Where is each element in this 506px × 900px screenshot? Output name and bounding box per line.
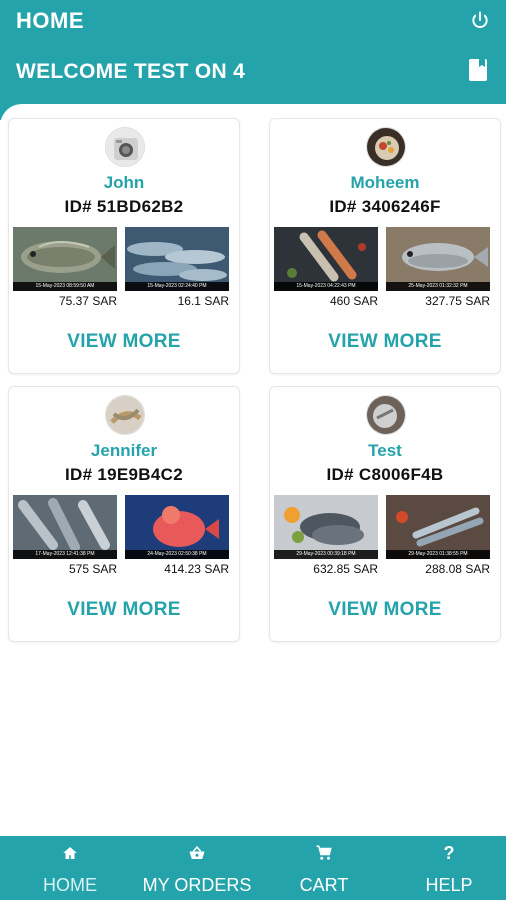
product-image[interactable]: 15-May-2023 04:22:43 PM bbox=[274, 227, 378, 291]
image-timestamp: 17-May-2023 12:41:38 PM bbox=[13, 550, 117, 559]
nav-help[interactable]: ? HELP bbox=[406, 836, 492, 900]
product-price: 288.08 SAR bbox=[425, 562, 490, 576]
nav-cart-label: CART bbox=[299, 875, 349, 895]
seller-card[interactable]: Jennifer ID# 19E9B4C2 17-May-2023 12:41:… bbox=[8, 386, 240, 642]
avatar bbox=[366, 127, 406, 167]
nav-help-label: HELP bbox=[425, 875, 473, 895]
nav-home[interactable]: HOME bbox=[30, 836, 110, 900]
seller-grid: John ID# 51BD62B2 15-May-2023 08:59:50 A… bbox=[0, 104, 506, 836]
product-price: 327.75 SAR bbox=[425, 294, 490, 308]
image-timestamp: 15-May-2023 02:24:40 PM bbox=[125, 282, 229, 291]
document-icon bbox=[469, 59, 487, 81]
seller-id: ID# C8006F4B bbox=[326, 465, 444, 484]
home-icon bbox=[63, 847, 77, 859]
view-more-button[interactable]: VIEW MORE bbox=[9, 599, 239, 621]
product-price: 75.37 SAR bbox=[58, 294, 117, 308]
power-icon bbox=[472, 11, 488, 28]
product-price: 575 SAR bbox=[68, 562, 117, 576]
document-button[interactable] bbox=[468, 58, 492, 84]
product-image[interactable]: 17-May-2023 12:41:38 PM bbox=[13, 495, 117, 559]
seller-id: ID# 51BD62B2 bbox=[64, 197, 184, 216]
image-timestamp: 25-May-2023 01:32:32 PM bbox=[386, 282, 490, 291]
product-image[interactable]: 25-May-2023 01:32:32 PM bbox=[386, 227, 490, 291]
basket-icon bbox=[189, 845, 205, 859]
product-image[interactable]: 29-May-2023 01:38:55 PM bbox=[386, 495, 490, 559]
seller-name: Jennifer bbox=[90, 441, 158, 460]
seller-card[interactable]: John ID# 51BD62B2 15-May-2023 08:59:50 A… bbox=[8, 118, 240, 374]
help-icon: ? bbox=[443, 843, 455, 863]
image-timestamp: 29-May-2023 00:39:18 PM bbox=[274, 550, 378, 559]
image-timestamp: 15-May-2023 04:22:43 PM bbox=[274, 282, 378, 291]
image-timestamp: 15-May-2023 08:59:50 AM bbox=[13, 282, 117, 291]
welcome-text: WELCOME TEST ON 4 bbox=[16, 60, 246, 83]
product-image[interactable]: 15-May-2023 02:24:40 PM bbox=[125, 227, 229, 291]
power-button[interactable] bbox=[466, 6, 494, 34]
seller-name: John bbox=[103, 173, 145, 192]
app-header: HOME WELCOME TEST ON 4 bbox=[0, 0, 506, 120]
seller-id: ID# 19E9B4C2 bbox=[65, 465, 183, 484]
avatar bbox=[105, 127, 145, 167]
image-timestamp: 29-May-2023 01:38:55 PM bbox=[386, 550, 490, 559]
nav-my-orders[interactable]: MY ORDERS bbox=[132, 836, 262, 900]
image-timestamp: 24-May-2023 02:50:38 PM bbox=[125, 550, 229, 559]
cart-icon bbox=[316, 845, 332, 860]
page-title: HOME bbox=[16, 8, 84, 33]
nav-cart[interactable]: CART bbox=[284, 836, 364, 900]
nav-my-orders-label: MY ORDERS bbox=[142, 875, 252, 895]
product-image[interactable]: 29-May-2023 00:39:18 PM bbox=[274, 495, 378, 559]
seller-card[interactable]: Moheem ID# 3406246F 15-May-2023 04:22:43… bbox=[269, 118, 501, 374]
view-more-button[interactable]: VIEW MORE bbox=[9, 331, 239, 353]
seller-name: Test bbox=[368, 441, 402, 460]
product-price: 16.1 SAR bbox=[177, 294, 229, 308]
nav-home-label: HOME bbox=[43, 875, 97, 895]
product-price: 632.85 SAR bbox=[313, 562, 378, 576]
avatar bbox=[105, 395, 145, 435]
seller-card[interactable]: Test ID# C8006F4B 29-May-2023 00:39:18 P… bbox=[269, 386, 501, 642]
bottom-nav: HOME MY ORDERS CART ? HELP bbox=[0, 836, 506, 900]
seller-id: ID# 3406246F bbox=[329, 197, 441, 216]
avatar bbox=[366, 395, 406, 435]
product-price: 414.23 SAR bbox=[164, 562, 229, 576]
product-image[interactable]: 15-May-2023 08:59:50 AM bbox=[13, 227, 117, 291]
product-price: 460 SAR bbox=[329, 294, 378, 308]
product-image[interactable]: 24-May-2023 02:50:38 PM bbox=[125, 495, 229, 559]
seller-name: Moheem bbox=[350, 173, 420, 192]
view-more-button[interactable]: VIEW MORE bbox=[270, 331, 500, 353]
view-more-button[interactable]: VIEW MORE bbox=[270, 599, 500, 621]
